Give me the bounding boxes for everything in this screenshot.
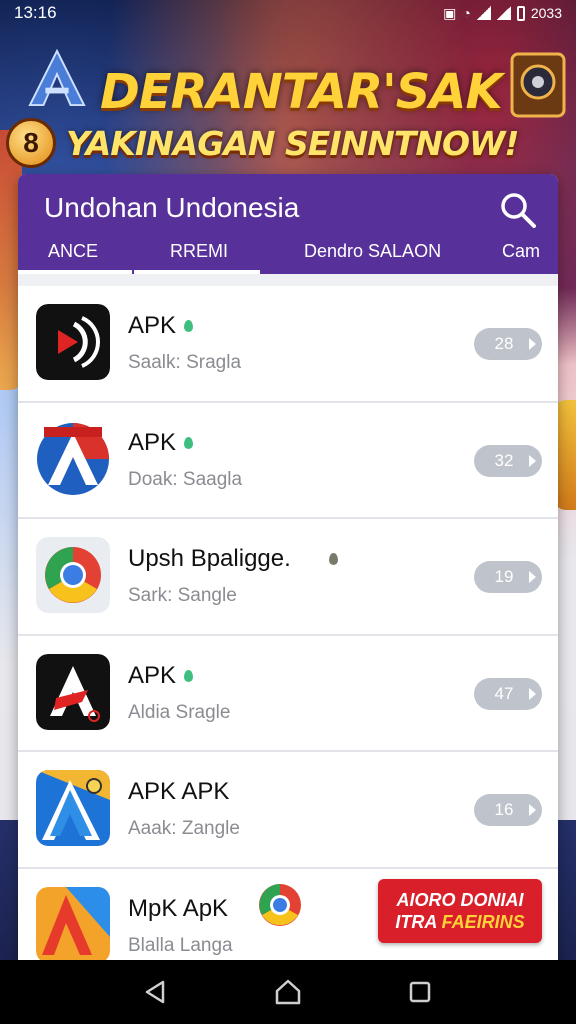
chrome-badge-icon (259, 883, 301, 926)
list-item[interactable]: APK Saalk: Sragla 28 (18, 286, 558, 403)
tab-dendro-salaon[interactable]: Dendro SALAON (304, 228, 441, 274)
blue-a-globe-icon (37, 422, 109, 495)
tab-label: Dendro SALAON (304, 240, 442, 261)
chrome-icon (36, 537, 110, 613)
list-item[interactable]: APK Aldia Sragle 47 (18, 636, 558, 752)
red-play-icon (36, 304, 110, 380)
list-gap (18, 274, 558, 286)
list-item[interactable]: MpK ApK Blalla Langa AIORO DONIAI ITRA F… (18, 869, 558, 965)
vibrate-icon: ▣ (443, 4, 457, 21)
banner-badge: 8 (6, 118, 56, 168)
app-subtitle: Doak: Saagla (128, 468, 243, 490)
tab-rremi[interactable]: RREMI (170, 228, 228, 274)
count-badge[interactable]: 16 (474, 794, 542, 826)
a-logo-icon (28, 48, 86, 107)
app-subtitle: Blalla Langa (128, 934, 233, 956)
tab-bar: ANCE RREMI Dendro SALAON Cam (18, 228, 558, 274)
tab-label: Cam (501, 240, 540, 261)
treasure-chest-icon (510, 52, 566, 118)
app-list: APK Saalk: Sragla 28 APK Doak: Saagla 32 (18, 286, 558, 964)
tab-ance[interactable]: ANCE (48, 228, 98, 274)
home-button[interactable] (268, 972, 308, 1012)
tab-indicator (18, 270, 132, 274)
signal-icon-2 (496, 6, 511, 20)
status-dot-icon (328, 553, 338, 565)
status-dot-icon (184, 436, 194, 449)
status-icons: ▣ ◔ 2033 (443, 5, 562, 22)
back-button[interactable] (136, 972, 176, 1012)
status-bar: 13:16 ▣ ◔ 2033 (0, 0, 576, 26)
battery-icon (516, 5, 525, 21)
signal-icon (476, 6, 491, 20)
home-icon (275, 979, 301, 1005)
count-badge[interactable]: 32 (474, 444, 542, 477)
count-badge[interactable]: 19 (474, 561, 542, 593)
app-name: MpK ApK (128, 894, 229, 922)
list-item[interactable]: APK Doak: Saagla 32 (18, 403, 558, 519)
app-name: APK APK (128, 778, 230, 805)
app-subtitle: Aaak: Zangle (128, 818, 240, 839)
page-title: Undohan Undonesia (44, 192, 300, 223)
search-icon[interactable] (498, 190, 538, 230)
app-subtitle: Sark: Sangle (128, 585, 237, 606)
promo-banner[interactable]: 8 DERANTAR'SAK YAKINAGAN SEINNTNOW! (0, 26, 576, 176)
tab-label: RREMI (170, 240, 228, 261)
blue-a-icon (36, 770, 110, 846)
promo-line-2: ITRA FAEIRINS (395, 911, 525, 932)
app-list-panel: Undohan Undonesia ANCE RREMI Dendro SALA… (18, 174, 558, 964)
status-dot-icon (184, 669, 194, 682)
recents-button[interactable] (400, 972, 440, 1012)
app-subtitle: Aldia Sragle (128, 701, 231, 723)
tab-indicator (134, 270, 260, 274)
app-name: APK (128, 662, 194, 690)
app-name: Upsh Bpaligge. (128, 545, 338, 573)
promo-button[interactable]: AIORO DONIAI ITRA FAEIRINS (378, 878, 542, 943)
wifi-icon: ◔ (462, 5, 471, 21)
count-badge[interactable]: 47 (474, 677, 542, 710)
panel-header: Undohan Undonesia ANCE RREMI Dendro SALA… (18, 174, 558, 274)
tab-cam[interactable]: Cam (502, 228, 540, 274)
status-dot-icon (184, 320, 194, 332)
tab-label: ANCE (48, 240, 99, 261)
app-name: APK (128, 312, 194, 340)
count-badge[interactable]: 28 (474, 328, 542, 360)
app-subtitle: Saalk: Sragla (128, 352, 242, 373)
list-item[interactable]: APK APK Aaak: Zangle 16 (18, 752, 558, 869)
back-triangle-icon (145, 980, 165, 1004)
list-item[interactable]: Upsh Bpaligge. Sark: Sangle 19 (18, 519, 558, 636)
app-name: APK (128, 429, 194, 457)
banner-title: DERANTAR'SAK (100, 64, 503, 120)
red-a-icon (36, 653, 110, 730)
status-right-text: 2033 (530, 5, 562, 21)
promo-line-1: AIORO DONIAI (396, 889, 524, 910)
banner-subtitle: YAKINAGAN SEINNTNOW! (66, 124, 519, 163)
recents-square-icon (409, 981, 431, 1003)
navigation-bar (0, 960, 576, 1024)
red-a-corner-icon (36, 886, 110, 963)
status-time: 13:16 (14, 3, 57, 22)
